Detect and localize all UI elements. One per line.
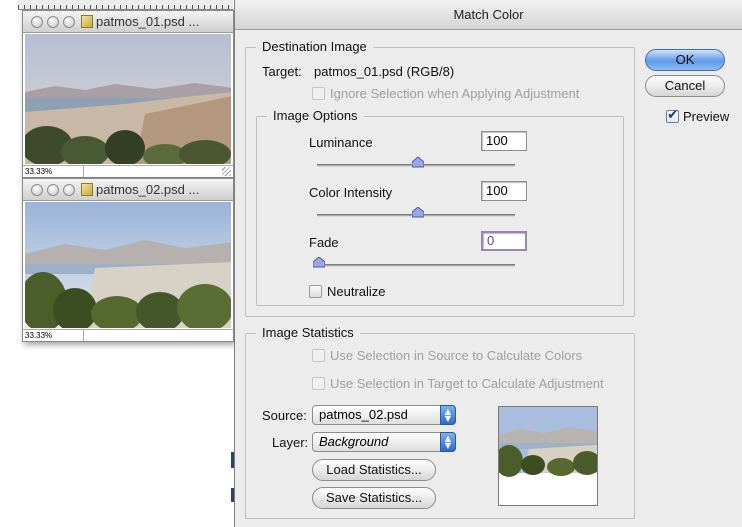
zoom-level: 33.33% (25, 331, 53, 340)
preview-label: Preview (683, 109, 730, 124)
close-icon[interactable] (31, 15, 43, 28)
close-icon[interactable] (31, 183, 43, 196)
minimize-icon[interactable] (47, 15, 59, 28)
zoom-level: 33.33% (25, 167, 53, 176)
preview-checkbox[interactable] (666, 107, 679, 123)
document-window-patmos-02[interactable]: patmos_02.psd ... 33.33% (22, 178, 234, 342)
fade-slider[interactable] (317, 264, 515, 267)
document-icon (81, 15, 93, 28)
luminance-slider-thumb[interactable] (412, 157, 424, 168)
fade-label: Fade (309, 235, 339, 250)
source-label: Source: (262, 408, 307, 423)
use-selection-source-checkbox[interactable] (312, 349, 325, 362)
destination-image-group: Destination Image Target: patmos_01.psd … (245, 39, 635, 317)
destination-image-legend: Destination Image (256, 39, 373, 54)
ok-button[interactable]: OK (645, 49, 725, 71)
status-bar: 33.33% (23, 165, 233, 177)
source-value: patmos_02.psd (319, 407, 408, 422)
photo-patmos-01 (25, 34, 231, 164)
use-selection-target-checkbox[interactable] (312, 377, 325, 390)
status-divider (83, 166, 84, 177)
use-selection-source-label: Use Selection in Source to Calculate Col… (330, 348, 583, 363)
status-divider (83, 330, 84, 341)
load-statistics-button[interactable]: Load Statistics... (312, 459, 436, 481)
color-intensity-label: Color Intensity (309, 185, 393, 200)
neutralize-label: Neutralize (327, 284, 386, 299)
luminance-label: Luminance (309, 135, 373, 150)
save-statistics-button[interactable]: Save Statistics... (312, 487, 436, 509)
color-intensity-slider-thumb[interactable] (412, 207, 424, 218)
source-thumbnail-image (499, 407, 597, 505)
image-options-group: Image Options Luminance 100 Color Intens… (256, 108, 624, 306)
use-selection-target-label: Use Selection in Target to Calculate Adj… (330, 376, 604, 391)
luminance-input[interactable]: 100 (481, 131, 527, 151)
photo-patmos-02 (25, 202, 231, 328)
color-intensity-input[interactable]: 100 (481, 181, 527, 201)
image-canvas[interactable] (25, 202, 231, 328)
fade-slider-thumb[interactable] (313, 257, 325, 268)
image-statistics-legend: Image Statistics (256, 325, 360, 340)
status-bar: 33.33% (23, 329, 233, 341)
window-title: patmos_01.psd ... (96, 14, 200, 29)
neutralize-checkbox[interactable] (309, 285, 322, 298)
source-popup[interactable]: patmos_02.psd ▲ ▼ (312, 405, 456, 425)
popup-arrows-icon: ▲ ▼ (440, 432, 456, 452)
window-title: patmos_02.psd ... (96, 182, 200, 197)
target-value: patmos_01.psd (RGB/8) (314, 64, 455, 79)
window-titlebar[interactable]: patmos_02.psd ... (23, 179, 233, 201)
zoom-icon[interactable] (63, 183, 75, 196)
fade-input[interactable]: 0 (481, 231, 527, 251)
target-label: Target: (262, 64, 302, 79)
ignore-selection-label: Ignore Selection when Applying Adjustmen… (330, 86, 580, 101)
minimize-icon[interactable] (47, 183, 59, 196)
match-color-dialog: Match Color Destination Image Target: pa… (234, 0, 742, 527)
layer-popup[interactable]: Background ▲ ▼ (312, 432, 456, 452)
image-canvas[interactable] (25, 34, 231, 164)
cancel-button[interactable]: Cancel (645, 75, 725, 97)
layer-label: Layer: (272, 435, 309, 450)
dialog-title: Match Color (235, 0, 742, 30)
popup-arrows-icon: ▲ ▼ (440, 405, 456, 425)
image-options-legend: Image Options (267, 108, 364, 123)
document-window-patmos-01[interactable]: patmos_01.psd ... 33.33% (22, 10, 234, 178)
zoom-icon[interactable] (63, 15, 75, 28)
window-titlebar[interactable]: patmos_01.psd ... (23, 11, 233, 33)
resize-grip-icon[interactable] (222, 167, 231, 176)
layer-value: Background (319, 434, 389, 449)
ruler (18, 0, 233, 10)
ignore-selection-checkbox[interactable] (312, 87, 325, 100)
document-icon (81, 183, 93, 196)
source-preview-thumbnail (498, 406, 598, 506)
